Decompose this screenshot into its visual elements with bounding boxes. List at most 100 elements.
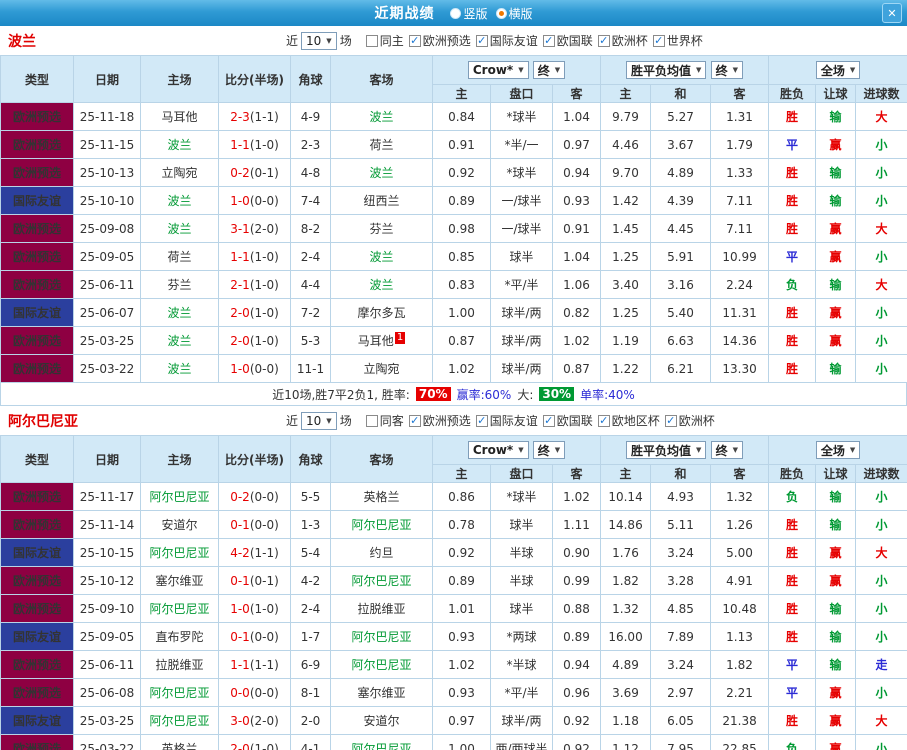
- competition-filter-checkbox[interactable]: ✓ 欧国联: [542, 32, 593, 49]
- match-date-cell: 25-09-10: [73, 594, 141, 623]
- half-time-score: (1-0): [249, 741, 279, 750]
- avg-home-cell: 4.46: [600, 130, 652, 159]
- avg-odds-select[interactable]: 胜平负均值 ▼: [626, 61, 707, 79]
- handicap-cell: *平/半: [490, 270, 553, 299]
- layout-radio-icon[interactable]: [450, 7, 462, 19]
- score-cell: 3-0(2-0): [218, 706, 291, 735]
- score-cell: 3-1(2-0): [218, 214, 291, 243]
- match-type-cell: 国际友谊: [0, 538, 74, 567]
- away-odds-cell: 0.82: [551, 298, 602, 327]
- same-venue-checkbox[interactable]: 同客: [365, 412, 404, 429]
- away-team-name: 拉脱维亚: [357, 602, 406, 616]
- handicap-odds-group-header: Crow* ▼ 终 ▼: [431, 435, 602, 465]
- result-cell: 胜: [768, 158, 817, 187]
- home-team-cell: 阿尔巴尼亚: [140, 706, 219, 735]
- home-odds-cell: 1.02: [432, 354, 491, 383]
- avg-final-select[interactable]: 终 ▼: [710, 61, 744, 79]
- avg-draw-cell: 7.89: [650, 622, 712, 651]
- odds-source-select[interactable]: Crow* ▼: [467, 441, 529, 459]
- avg-home-cell: 4.89: [600, 650, 652, 679]
- layout-radio-selected-icon[interactable]: [495, 7, 507, 19]
- scope-select[interactable]: 全场 ▼: [815, 441, 861, 459]
- avg-draw-cell: 3.24: [650, 538, 712, 567]
- corner-cell: 5-5: [290, 482, 331, 511]
- away-team-cell: 安道尔: [330, 706, 433, 735]
- home-odds-cell: 0.87: [432, 326, 491, 355]
- avg-home-cell: 1.32: [600, 594, 652, 623]
- score-cell: 0-2(0-0): [218, 482, 291, 511]
- score-cell: 1-1(1-0): [218, 242, 291, 271]
- handicap-result-cell: 输: [815, 354, 857, 383]
- half-time-score: (0-0): [249, 193, 279, 208]
- col-avg-draw: 和: [650, 84, 712, 103]
- away-team-name: 波兰: [369, 110, 394, 124]
- col-score: 比分(半场): [218, 55, 291, 103]
- match-date-cell: 25-06-07: [73, 298, 141, 327]
- away-team-name: 阿尔巴尼亚: [351, 658, 412, 672]
- competition-filter-checkbox[interactable]: ✓ 欧洲杯: [664, 412, 715, 429]
- win-rate-badge: 70%: [415, 387, 451, 401]
- result-cell: 平: [768, 130, 817, 159]
- handicap-cell: 球半/两: [490, 706, 553, 735]
- full-time-score: 0-0: [230, 685, 250, 700]
- home-odds-cell: 0.85: [432, 242, 491, 271]
- competition-filter-checkbox[interactable]: ✓ 欧国联: [542, 412, 593, 429]
- competition-filter-checkbox[interactable]: ✓ 国际友谊: [475, 32, 538, 49]
- match-row: 欧洲预选 25-11-15 波兰 1-1(1-0) 2-3 荷兰 0.91 *半/一 0.97 4…: [0, 130, 907, 159]
- avg-away-cell: 11.31: [710, 298, 770, 327]
- away-team-cell: 波兰: [330, 242, 433, 271]
- layout-radio-label[interactable]: 竖版: [463, 5, 487, 22]
- result-cell: 胜: [768, 326, 817, 355]
- home-team-name: 阿尔巴尼亚: [149, 546, 210, 560]
- near-count-select[interactable]: 10 ▼: [301, 31, 337, 50]
- away-team-name: 立陶宛: [363, 362, 400, 376]
- result-cell: 胜: [768, 102, 817, 131]
- close-button[interactable]: ✕: [882, 3, 902, 23]
- home-team-cell: 立陶宛: [140, 158, 219, 187]
- same-venue-checkbox[interactable]: 同主: [365, 32, 404, 49]
- away-team-cell: 阿尔巴尼亚: [330, 510, 433, 539]
- avg-draw-cell: 6.05: [650, 706, 712, 735]
- home-team-name: 直布罗陀: [155, 630, 204, 644]
- summary-bar: 近10场,胜7平2负1, 胜率: 70% 赢率:60% 大: 30% 单率:40…: [0, 383, 907, 406]
- competition-filter-checkbox[interactable]: ✓ 欧洲预选: [408, 32, 471, 49]
- odds-final-select[interactable]: 终 ▼: [532, 61, 566, 79]
- competition-filter-checkbox[interactable]: ✓ 国际友谊: [475, 412, 538, 429]
- avg-draw-cell: 4.85: [650, 594, 712, 623]
- layout-radio-label[interactable]: 横版: [509, 5, 533, 22]
- dropdown-arrow-icon: ▼: [518, 66, 524, 74]
- odds-source-select[interactable]: Crow* ▼: [467, 61, 529, 79]
- avg-draw-cell: 6.21: [650, 354, 712, 383]
- away-team-cell: 英格兰: [330, 482, 433, 511]
- avg-away-cell: 21.38: [710, 706, 770, 735]
- avg-final-select[interactable]: 终 ▼: [710, 441, 744, 459]
- competition-filter-checkbox[interactable]: ✓ 欧洲预选: [408, 412, 471, 429]
- checkbox-checked-icon: ✓: [597, 414, 610, 427]
- section-head: 阿尔巴尼亚 近 10 ▼ 场同客 ✓ 欧洲预选 ✓ 国际友谊 ✓ 欧国联 ✓ 欧地区杯 ✓ 欧洲杯: [0, 406, 907, 435]
- match-row: 国际友谊 25-06-07 波兰 2-0(1-0) 7-2 摩尔多瓦 1.00 球半/两 0.8…: [0, 298, 907, 327]
- competition-filter-checkbox-label: 欧洲预选: [422, 414, 471, 428]
- result-cell: 胜: [768, 186, 817, 215]
- avg-draw-cell: 6.63: [650, 326, 712, 355]
- competition-filter-checkbox-label: 世界杯: [666, 34, 703, 48]
- match-date-cell: 25-11-18: [73, 102, 141, 131]
- match-row: 国际友谊 25-09-05 直布罗陀 0-1(0-0) 1-7 阿尔巴尼亚 0.93 *两球 0…: [0, 622, 907, 651]
- results-table: 类型 日期 主场 比分(半场) 角球 客场 Crow* ▼ 终 ▼ 胜平负均值 ▼ 终…: [0, 435, 907, 750]
- competition-filter-checkbox[interactable]: ✓ 世界杯: [652, 32, 703, 49]
- near-label: 近: [286, 34, 299, 48]
- competition-filter-checkbox[interactable]: ✓ 欧洲杯: [597, 32, 648, 49]
- goals-cell: 小: [855, 298, 907, 327]
- result-cell: 胜: [768, 510, 817, 539]
- checkbox-unchecked-icon: [365, 414, 378, 427]
- home-team-name: 安道尔: [161, 518, 198, 532]
- goals-cell: 大: [855, 214, 907, 243]
- score-cell: 2-0(1-0): [218, 326, 291, 355]
- avg-odds-select[interactable]: 胜平负均值 ▼: [626, 441, 707, 459]
- score-cell: 1-1(1-0): [218, 130, 291, 159]
- competition-filter-checkbox[interactable]: ✓ 欧地区杯: [597, 412, 660, 429]
- match-type-cell: 国际友谊: [0, 298, 74, 327]
- odds-final-select[interactable]: 终 ▼: [532, 441, 566, 459]
- match-type-cell: 欧洲预选: [0, 510, 74, 539]
- near-count-select[interactable]: 10 ▼: [301, 411, 337, 430]
- scope-select[interactable]: 全场 ▼: [815, 61, 861, 79]
